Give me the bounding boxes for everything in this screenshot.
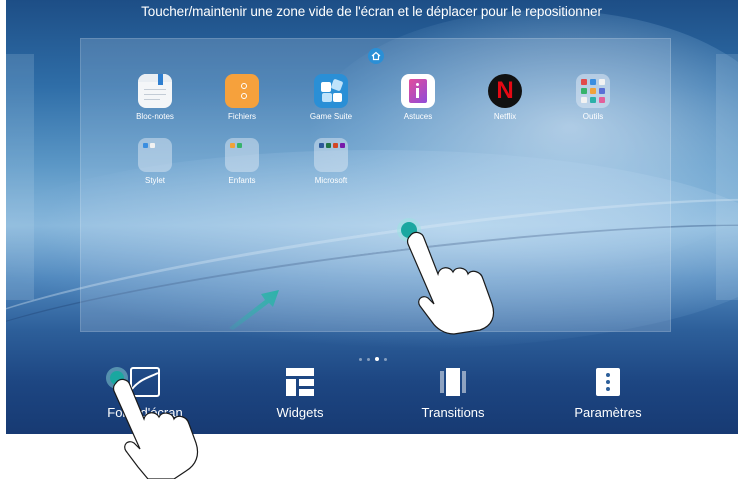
app-label: Netflix	[493, 112, 517, 121]
app-netflix[interactable]: N Netflix	[470, 74, 540, 121]
drag-arrow-icon	[229, 290, 279, 330]
microsoft-folder-icon	[314, 138, 348, 172]
next-page-preview[interactable]	[716, 54, 738, 300]
app-label: Game Suite	[309, 112, 353, 121]
instruction-banner: Toucher/maintenir une zone vide de l'écr…	[141, 4, 602, 19]
app-game-suite[interactable]: Game Suite	[296, 74, 366, 121]
page-dot-active	[375, 357, 379, 361]
previous-page-preview[interactable]	[6, 54, 34, 300]
app-label: Astuces	[403, 112, 433, 121]
tools-folder-icon	[576, 74, 610, 108]
folder-microsoft[interactable]: Microsoft	[296, 138, 366, 185]
settings-button[interactable]: Paramètres	[553, 367, 663, 420]
widgets-label: Widgets	[276, 405, 324, 420]
settings-label: Paramètres	[574, 405, 642, 420]
app-label: Outils	[582, 112, 604, 121]
app-label: Microsoft	[314, 176, 348, 185]
widgets-button[interactable]: Widgets	[245, 367, 355, 420]
folder-enfants[interactable]: Enfants	[207, 138, 277, 185]
files-icon	[225, 74, 259, 108]
transitions-label: Transitions	[421, 405, 485, 420]
kids-folder-icon	[225, 138, 259, 172]
app-astuces[interactable]: Astuces	[383, 74, 453, 121]
hand-gesture-icon	[113, 378, 199, 479]
page-dot	[359, 358, 362, 361]
app-fichiers[interactable]: Fichiers	[207, 74, 277, 121]
transitions-button[interactable]: Transitions	[398, 367, 508, 420]
page-indicator	[359, 348, 392, 366]
app-label: Fichiers	[227, 112, 256, 121]
app-bloc-notes[interactable]: Bloc-notes	[120, 74, 190, 121]
hand-gesture-icon	[407, 231, 495, 335]
page-dot	[367, 358, 370, 361]
app-label: Enfants	[228, 176, 256, 185]
notes-icon	[138, 74, 172, 108]
netflix-icon: N	[488, 74, 522, 108]
widgets-icon	[285, 367, 315, 397]
app-outils[interactable]: Outils	[558, 74, 628, 121]
page-dot	[384, 358, 387, 361]
app-label: Bloc-notes	[136, 112, 174, 121]
home-page-icon[interactable]	[368, 48, 384, 64]
tips-icon	[401, 74, 435, 108]
transitions-icon	[438, 367, 468, 397]
stylus-folder-icon	[138, 138, 172, 172]
settings-icon	[593, 367, 623, 397]
game-suite-icon	[314, 74, 348, 108]
folder-stylet[interactable]: Stylet	[120, 138, 190, 185]
app-label: Stylet	[144, 176, 165, 185]
